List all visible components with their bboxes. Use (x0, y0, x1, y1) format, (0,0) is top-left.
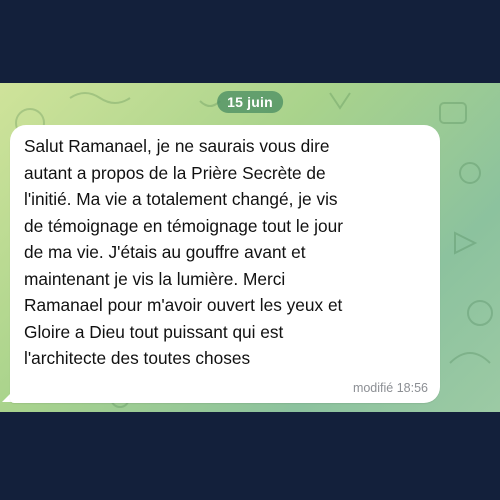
date-separator: 15 juin (217, 91, 283, 113)
message-bubble[interactable]: Salut Ramanael, je ne saurais vous dire … (10, 125, 440, 403)
message-text: Salut Ramanael, je ne saurais vous dire … (24, 136, 343, 368)
message-meta: modifié 18:56 (353, 381, 428, 395)
chat-background: 15 juin Salut Ramanael, je ne saurais vo… (0, 83, 500, 412)
edited-label: modifié (352, 381, 394, 395)
message-time: 18:56 (396, 381, 428, 395)
